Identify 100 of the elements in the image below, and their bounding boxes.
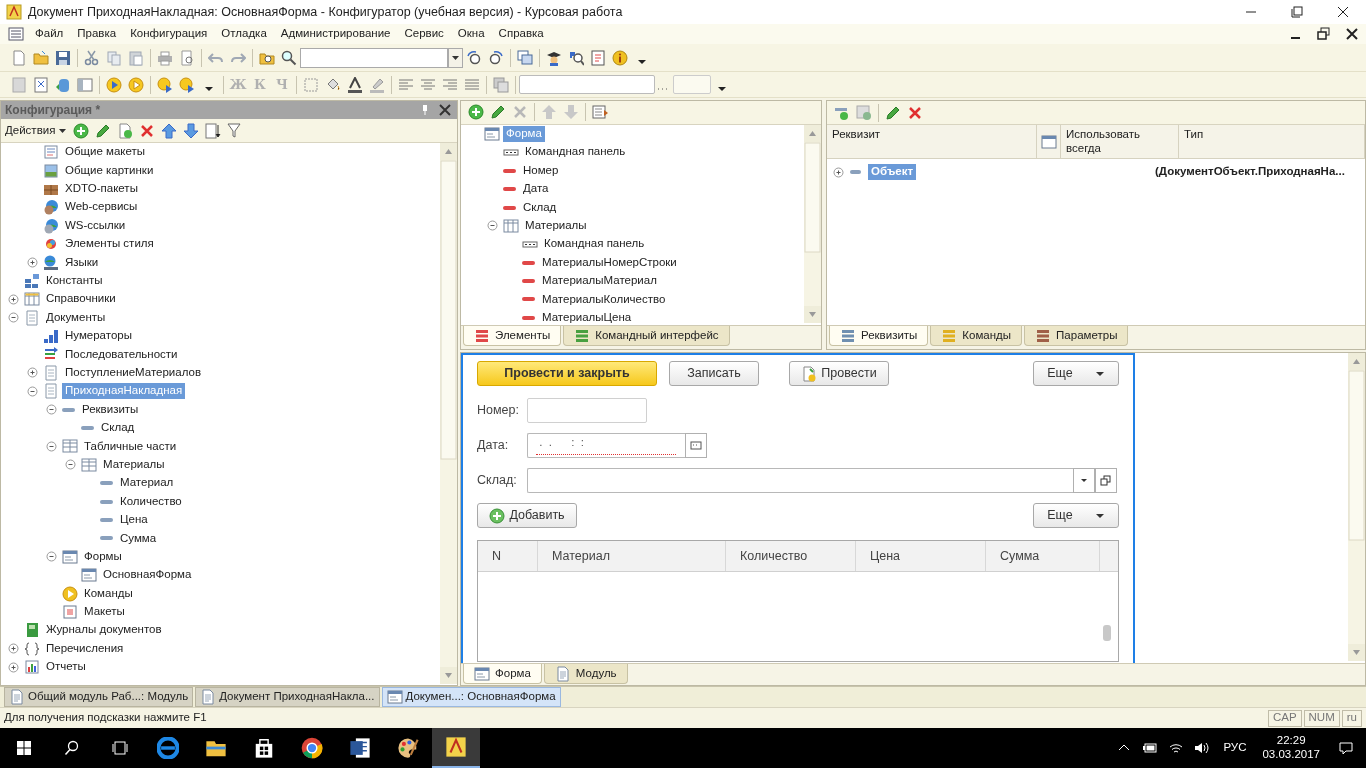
tree-item[interactable]: XDTO-пакеты — [62, 181, 141, 197]
chrome-icon[interactable] — [301, 737, 323, 759]
language-indicator[interactable]: РУС — [1223, 741, 1247, 755]
tree-item[interactable]: Реквизиты — [79, 401, 142, 418]
tree-item[interactable]: Табличные части — [81, 438, 180, 455]
search-icon[interactable] — [64, 740, 80, 756]
battery-icon[interactable] — [1142, 740, 1159, 756]
play-icon[interactable] — [128, 76, 144, 93]
tree-item[interactable]: Склад — [98, 420, 138, 436]
collapse-icon[interactable] — [45, 440, 57, 452]
panel-tab[interactable]: Форма — [463, 664, 542, 684]
tree-item[interactable]: Константы — [43, 273, 106, 289]
browser-icon[interactable] — [157, 737, 179, 759]
arrow-down-icon[interactable] — [183, 122, 200, 139]
window-tab[interactable]: Документ ПриходнаяНакла... — [195, 687, 380, 707]
new-document-icon[interactable] — [11, 49, 27, 66]
form-button[interactable]: Еще — [1033, 361, 1119, 386]
preview-icon[interactable] — [179, 49, 195, 66]
pencil-icon[interactable] — [490, 104, 506, 121]
expand-icon[interactable] — [26, 367, 38, 379]
step-icon[interactable] — [179, 76, 195, 93]
collapse-icon[interactable] — [486, 220, 498, 232]
panel-tab[interactable]: Элементы — [463, 326, 562, 347]
scrollbar[interactable] — [804, 124, 821, 323]
tree-item[interactable]: Web-сервисы — [62, 199, 141, 216]
tree-item[interactable]: Материалы — [100, 456, 168, 473]
tree-item[interactable]: МатериалыЦена — [539, 310, 635, 326]
properties-icon[interactable] — [592, 104, 608, 121]
tree-item[interactable]: Элементы стиля — [62, 236, 157, 253]
help-search-icon[interactable] — [568, 49, 584, 66]
palette-icon[interactable] — [397, 737, 419, 759]
dropdown-button[interactable] — [448, 47, 463, 68]
tree-item[interactable]: Материал — [117, 475, 177, 492]
text-field[interactable] — [519, 75, 655, 94]
clock-time[interactable]: 22:29 — [1276, 734, 1306, 748]
expand-icon[interactable] — [833, 166, 844, 178]
add-icon[interactable] — [73, 122, 90, 139]
start-icon[interactable] — [16, 740, 32, 756]
scholar-icon[interactable] — [546, 49, 562, 66]
caret-icon[interactable] — [59, 128, 67, 133]
search-icon[interactable] — [281, 49, 297, 66]
menu-item[interactable]: Файл — [28, 27, 71, 41]
delete-icon[interactable] — [139, 122, 156, 139]
menu-item[interactable]: Правка — [70, 27, 124, 41]
actions-menu[interactable]: Действия — [5, 123, 56, 138]
window-icon[interactable] — [33, 76, 49, 93]
help-book-icon[interactable] — [590, 49, 606, 66]
panel-tab[interactable]: Реквизиты — [829, 326, 929, 346]
search-field[interactable] — [300, 47, 448, 68]
tree-item[interactable]: МатериалыМатериал — [539, 273, 660, 289]
database-icon[interactable] — [55, 76, 71, 93]
tree-item[interactable]: Количество — [117, 493, 185, 510]
tree-item[interactable]: Формы — [81, 548, 125, 565]
expand-icon[interactable] — [7, 661, 19, 673]
calendar-button[interactable] — [685, 433, 707, 458]
scroll-thumb[interactable] — [1102, 625, 1112, 641]
tree-item[interactable]: Материалы — [522, 218, 590, 234]
menu-item[interactable]: Окна — [450, 27, 492, 41]
form-button[interactable]: Еще — [1033, 503, 1119, 528]
panel-tab[interactable]: Параметры — [1024, 326, 1129, 346]
window-tab[interactable]: Докумен...: ОсновнаяФорма — [381, 687, 561, 707]
panel-tab[interactable]: Командный интерфейс — [563, 326, 730, 347]
designer-icon[interactable] — [445, 736, 467, 758]
add-icon[interactable] — [468, 104, 484, 121]
tree-item[interactable]: WS-ссылки — [62, 217, 129, 234]
find-next-icon[interactable] — [466, 49, 482, 66]
tree-item[interactable]: Общие макеты — [62, 144, 149, 161]
play-icon[interactable] — [106, 76, 122, 93]
scrollbar[interactable] — [1348, 353, 1365, 661]
form-button[interactable]: Провести и закрыть — [477, 361, 657, 386]
form-button[interactable]: Записать — [669, 361, 759, 386]
expand-icon[interactable] — [7, 643, 19, 655]
clock-date[interactable]: 03.03.2017 — [1262, 748, 1320, 762]
scissors-icon[interactable] — [84, 49, 100, 66]
tree-item[interactable]: ОсновнаяФорма — [100, 567, 195, 584]
tree-item[interactable]: Цена — [117, 512, 151, 528]
collapse-icon[interactable] — [7, 312, 19, 324]
tree-item[interactable]: Сумма — [117, 530, 160, 547]
tree-item[interactable]: МатериалыНомерСтроки — [539, 254, 680, 271]
window-tab[interactable]: Общий модуль Раб...: Модуль — [4, 687, 194, 707]
copy-add-icon[interactable] — [117, 122, 134, 139]
tree-item[interactable]: Дата — [520, 181, 552, 198]
expand-icon[interactable] — [7, 293, 19, 305]
tree-item[interactable]: Командная панель — [541, 236, 648, 253]
speaker-icon[interactable] — [1194, 740, 1211, 756]
pencil-icon[interactable] — [95, 122, 112, 139]
collapse-icon[interactable] — [26, 385, 38, 397]
menu-item[interactable]: Отладка — [214, 27, 274, 41]
tree-item[interactable]: Склад — [520, 199, 560, 216]
tree-item[interactable]: Документы — [43, 309, 109, 326]
task-view-icon[interactable] — [112, 740, 128, 756]
menu-item[interactable]: Сервис — [397, 27, 451, 41]
panel-tab[interactable]: Модуль — [543, 664, 628, 684]
pencil-icon[interactable] — [885, 104, 901, 121]
tree-item[interactable]: Журналы документов — [43, 622, 165, 639]
font-color-icon[interactable] — [347, 76, 363, 93]
menu-item[interactable]: Администрирование — [273, 27, 398, 41]
bag-icon[interactable] — [253, 737, 275, 759]
find-previous-icon[interactable] — [488, 49, 504, 66]
delete-icon[interactable] — [907, 104, 923, 121]
